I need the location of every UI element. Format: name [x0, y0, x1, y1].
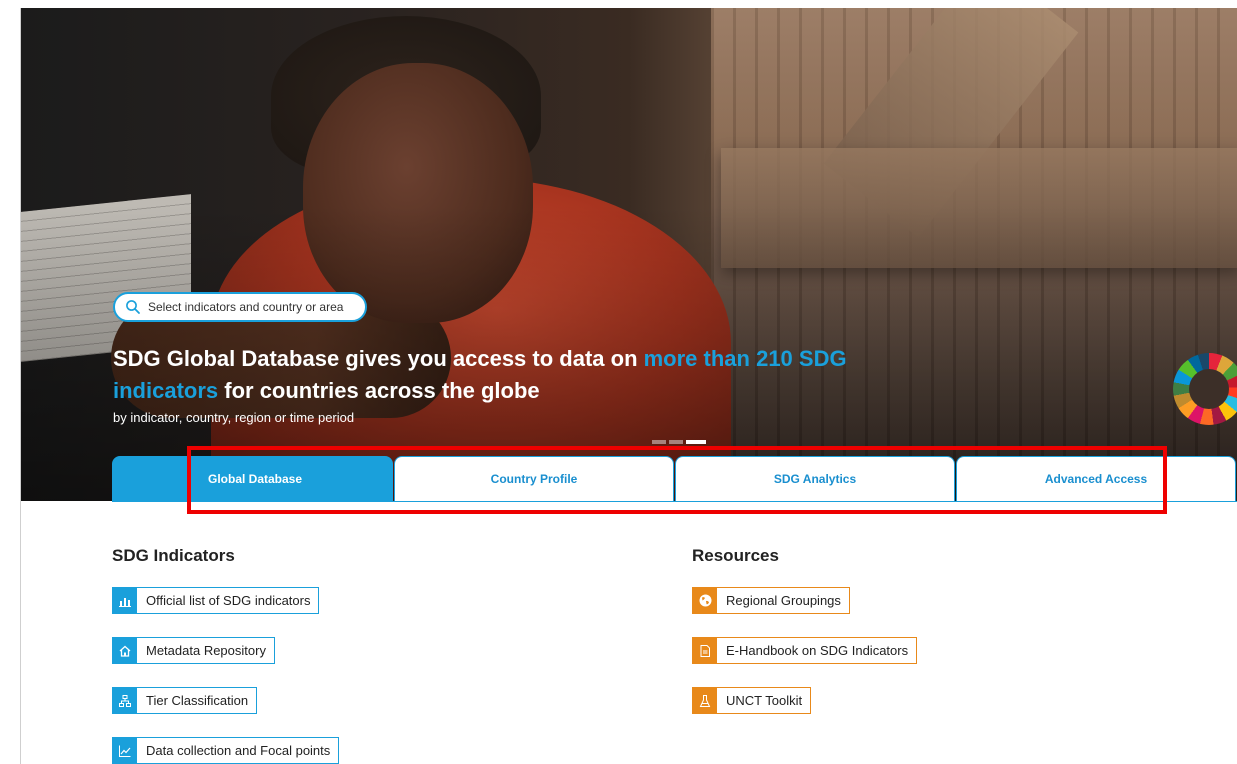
- resources-title: Resources: [692, 546, 779, 565]
- search-icon: [125, 299, 141, 315]
- link-regional-groupings[interactable]: Regional Groupings: [692, 587, 850, 614]
- link-label: E-Handbook on SDG Indicators: [717, 638, 917, 663]
- hero-headline: SDG Global Database gives you access to …: [113, 343, 873, 407]
- headline-text-2: for countries across the globe: [218, 378, 540, 403]
- link-official-list[interactable]: Official list of SDG indicators: [112, 587, 320, 614]
- hierarchy-icon: [113, 688, 137, 713]
- link-label: Tier Classification: [137, 688, 257, 713]
- link-label: Data collection and Focal points: [137, 738, 339, 763]
- hero-shade: [21, 8, 1237, 501]
- link-label: Metadata Repository: [137, 638, 274, 663]
- link-data-collection[interactable]: Data collection and Focal points: [112, 737, 340, 764]
- tab-sdg-analytics[interactable]: SDG Analytics: [675, 456, 956, 501]
- search-placeholder: Select indicators and country or area: [148, 300, 344, 314]
- carousel-dots: [652, 440, 706, 444]
- link-label: Official list of SDG indicators: [137, 588, 319, 613]
- link-unct-toolkit[interactable]: UNCT Toolkit: [692, 687, 812, 714]
- hero-subline: by indicator, country, region or time pe…: [113, 410, 355, 425]
- headline-text-1: SDG Global Database gives you access to …: [113, 346, 644, 371]
- carousel-dot[interactable]: [652, 440, 666, 444]
- flask-icon: [693, 688, 717, 713]
- sdg-wheel-icon: [1173, 353, 1237, 425]
- search-input[interactable]: Select indicators and country or area: [113, 292, 367, 322]
- link-label: UNCT Toolkit: [717, 688, 811, 713]
- carousel-dot-active[interactable]: [686, 440, 706, 444]
- link-tier-classification[interactable]: Tier Classification: [112, 687, 258, 714]
- tab-advanced-access[interactable]: Advanced Access: [956, 456, 1237, 501]
- link-label: Regional Groupings: [717, 588, 849, 613]
- main-tabs: Global Database Country Profile SDG Anal…: [112, 456, 1237, 502]
- sdg-indicators-title: SDG Indicators: [112, 546, 235, 565]
- link-metadata-repository[interactable]: Metadata Repository: [112, 637, 275, 664]
- carousel-dot[interactable]: [669, 440, 683, 444]
- link-e-handbook[interactable]: E-Handbook on SDG Indicators: [692, 637, 918, 664]
- globe-icon: [693, 588, 717, 613]
- page: Select indicators and country or area SD…: [0, 0, 1237, 764]
- tab-global-database[interactable]: Global Database: [112, 456, 394, 501]
- hero-banner: [21, 8, 1237, 501]
- home-icon: [113, 638, 137, 663]
- tab-country-profile[interactable]: Country Profile: [394, 456, 675, 501]
- bar-chart-icon: [113, 588, 137, 613]
- document-icon: [693, 638, 717, 663]
- line-chart-icon: [113, 738, 137, 763]
